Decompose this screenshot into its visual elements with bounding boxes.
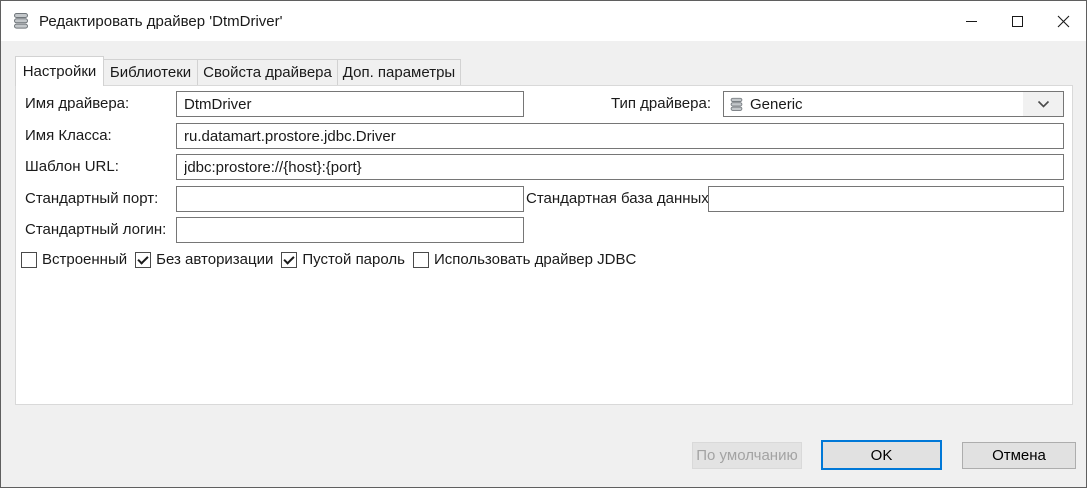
driver-flags-row: Встроенный Без авторизации Пустой пароль… xyxy=(21,251,636,268)
checkbox-embedded[interactable]: Встроенный xyxy=(21,251,127,268)
maximize-button[interactable] xyxy=(994,1,1040,41)
checkbox-use-jdbc-driver[interactable]: Использовать драйвер JDBC xyxy=(412,251,637,268)
checkbox-box[interactable] xyxy=(412,251,429,268)
checkbox-label: Без авторизации xyxy=(156,251,274,268)
tab-driver-properties[interactable]: Свойста драйвера xyxy=(197,59,338,85)
ok-button[interactable]: OK xyxy=(821,440,942,470)
edit-driver-dialog: Редактировать драйвер 'DtmDriver' Настро… xyxy=(0,0,1087,488)
maximize-icon xyxy=(1011,15,1023,27)
tab-extra-parameters[interactable]: Доп. параметры xyxy=(337,59,461,85)
checkbox-no-authorization[interactable]: Без авторизации xyxy=(135,251,273,268)
default-port-label: Стандартный порт: xyxy=(25,190,159,207)
checkbox-label: Встроенный xyxy=(42,251,128,268)
minimize-icon xyxy=(965,20,977,22)
close-button[interactable] xyxy=(1040,1,1086,41)
close-icon xyxy=(1057,15,1069,27)
default-login-input[interactable] xyxy=(176,217,524,243)
tab-settings[interactable]: Настройки xyxy=(15,56,104,86)
default-button: По умолчанию xyxy=(692,442,802,469)
minimize-button[interactable] xyxy=(948,1,994,41)
default-login-label: Стандартный логин: xyxy=(25,221,167,238)
checkbox-box[interactable] xyxy=(135,251,152,268)
class-name-label: Имя Класса: xyxy=(25,127,112,144)
default-port-input[interactable] xyxy=(176,186,524,212)
chevron-down-icon xyxy=(1037,100,1049,108)
tab-libraries[interactable]: Библиотеки xyxy=(103,59,198,85)
checkbox-label: Использовать драйвер JDBC xyxy=(433,251,637,268)
checkbox-box[interactable] xyxy=(281,251,298,268)
window-controls xyxy=(948,1,1086,41)
url-template-label: Шаблон URL: xyxy=(25,158,119,175)
checkbox-box[interactable] xyxy=(21,251,37,268)
checkbox-label: Пустой пароль xyxy=(302,251,405,268)
class-name-input[interactable] xyxy=(176,123,1064,149)
window-title: Редактировать драйвер 'DtmDriver' xyxy=(39,12,283,30)
database-icon xyxy=(730,97,743,111)
driver-name-label: Имя драйвера: xyxy=(25,95,130,112)
checkbox-empty-password[interactable]: Пустой пароль xyxy=(281,251,405,268)
default-database-label: Стандартная база данных: xyxy=(526,190,713,207)
url-template-input[interactable] xyxy=(176,154,1064,180)
driver-type-select[interactable]: Generic xyxy=(723,91,1064,117)
default-database-input[interactable] xyxy=(708,186,1064,212)
driver-type-dropdown-button[interactable] xyxy=(1023,92,1063,116)
driver-name-input[interactable] xyxy=(176,91,524,117)
cancel-button[interactable]: Отмена xyxy=(962,442,1076,469)
titlebar: Редактировать драйвер 'DtmDriver' xyxy=(1,1,1086,41)
database-icon xyxy=(14,13,28,29)
driver-type-value: Generic xyxy=(750,95,803,113)
driver-type-label: Тип драйвера: xyxy=(611,95,711,112)
